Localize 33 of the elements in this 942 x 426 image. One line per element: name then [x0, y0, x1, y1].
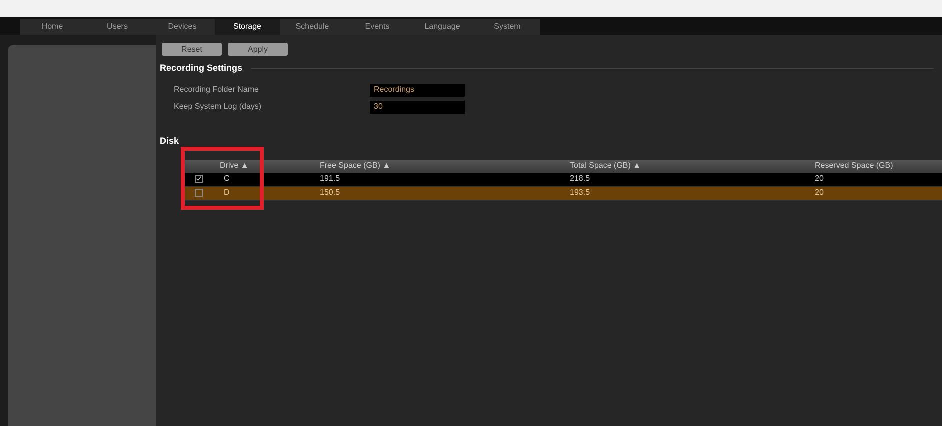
- field-label: Recording Folder Name: [174, 84, 260, 96]
- table-cell-text: 218.5: [569, 173, 592, 185]
- table-cell-text: 191.5: [319, 173, 342, 185]
- checkbox[interactable]: [195, 189, 203, 197]
- field-label: Keep System Log (days): [174, 101, 263, 113]
- tab[interactable]: Events: [345, 19, 410, 35]
- tab[interactable]: Devices: [150, 19, 215, 35]
- action-button[interactable]: Apply: [228, 43, 288, 56]
- column-header[interactable]: Total Space (GB) ▲: [564, 160, 809, 172]
- tab[interactable]: Schedule: [280, 19, 345, 35]
- table-row[interactable]: D 150.5 193.5 20: [184, 186, 942, 200]
- table-cell-text: 20: [814, 173, 825, 185]
- column-header[interactable]: Drive ▲: [214, 160, 314, 172]
- tab[interactable]: Home: [20, 19, 85, 35]
- check-icon: [196, 176, 202, 182]
- column-header[interactable]: Reserved Space (GB): [809, 160, 942, 172]
- table-row[interactable]: C 191.5 218.5 20: [184, 172, 942, 186]
- input-field[interactable]: 30: [370, 100, 465, 114]
- table-cell-text: 20: [814, 187, 825, 199]
- tab[interactable]: System: [475, 19, 540, 35]
- table-cell-text: 150.5: [319, 187, 342, 199]
- column-header[interactable]: Free Space (GB) ▲: [314, 160, 564, 172]
- tab[interactable]: Language: [410, 19, 475, 35]
- table-cell-text: 193.5: [569, 187, 592, 199]
- table-cell-text: C: [223, 173, 231, 185]
- tab[interactable]: Users: [85, 19, 150, 35]
- tab[interactable]: Storage: [215, 19, 280, 35]
- input-field[interactable]: Recordings: [370, 84, 465, 96]
- section-title: Disk: [160, 136, 180, 146]
- action-button[interactable]: Reset: [162, 43, 222, 56]
- section-title: Recording Settings: [160, 62, 243, 75]
- table-cell-text: D: [223, 187, 231, 199]
- checkbox[interactable]: [195, 175, 203, 183]
